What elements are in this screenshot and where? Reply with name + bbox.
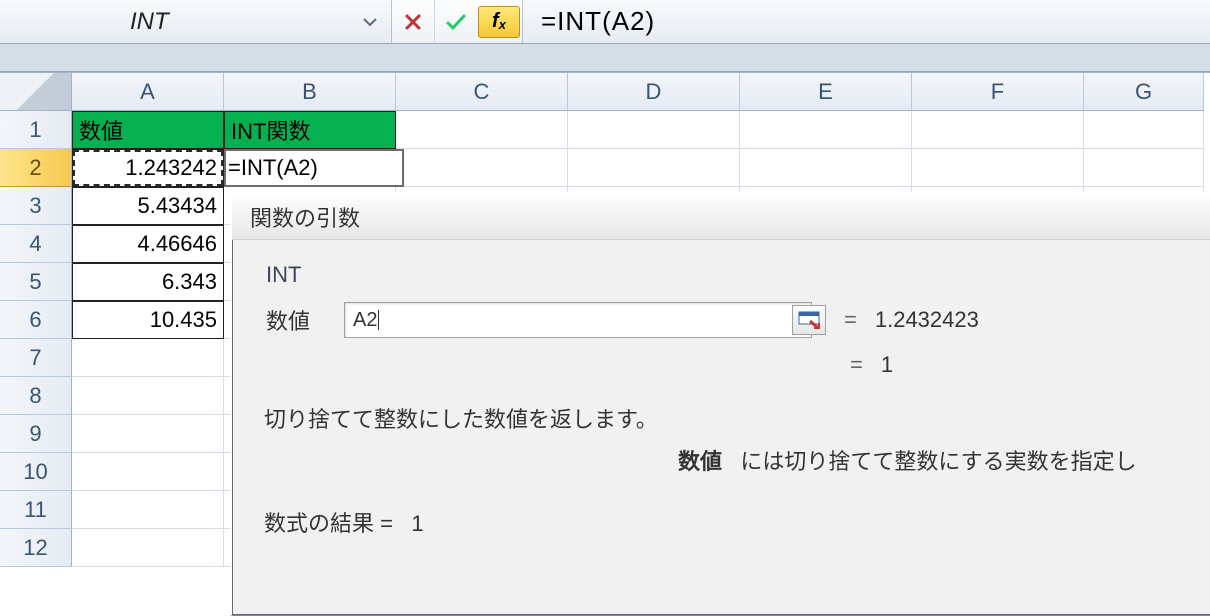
cell-A6[interactable]: 10.435	[72, 301, 224, 339]
cell-F2[interactable]	[912, 149, 1084, 187]
argument-description: 数値 には切り捨てて整数にする実数を指定し	[678, 444, 1185, 476]
result-label: 数式の結果 =	[264, 511, 393, 536]
row-header-5[interactable]: 5	[0, 263, 72, 301]
row-header-6[interactable]: 6	[0, 301, 72, 339]
name-box-dropdown-icon[interactable]	[359, 0, 381, 43]
caret-icon	[378, 310, 379, 330]
row-header-7[interactable]: 7	[0, 339, 72, 377]
equals-icon: =	[844, 307, 857, 333]
col-header-F[interactable]: F	[912, 73, 1084, 111]
row-header-4[interactable]: 4	[0, 225, 72, 263]
cell-F1[interactable]	[912, 111, 1084, 149]
formula-result: 数式の結果 = 1	[264, 506, 1185, 538]
formula-bar: INT fx =INT(A2)	[0, 0, 1210, 44]
argument-input[interactable]: A2	[344, 302, 812, 338]
cell-C1[interactable]	[396, 111, 568, 149]
row-header-3[interactable]: 3	[0, 187, 72, 225]
cell-A2[interactable]: 1.243242	[72, 149, 224, 187]
cell-A5[interactable]: 6.343	[72, 263, 224, 301]
cell-D2[interactable]	[568, 149, 740, 187]
row-header-9[interactable]: 9	[0, 415, 72, 453]
formula-input[interactable]: =INT(A2)	[523, 6, 655, 37]
cell-E1[interactable]	[740, 111, 912, 149]
row-header-10[interactable]: 10	[0, 453, 72, 491]
function-description: 切り捨てて整数にした数値を返します。	[264, 402, 1185, 434]
name-box-container: INT	[0, 0, 392, 43]
col-header-C[interactable]: C	[396, 73, 568, 111]
row-header-12[interactable]: 12	[0, 529, 72, 567]
row-header-11[interactable]: 11	[0, 491, 72, 529]
col-header-E[interactable]: E	[740, 73, 912, 111]
cell-A7[interactable]	[72, 339, 224, 377]
function-name: INT	[266, 262, 1185, 288]
cell-G1[interactable]	[1084, 111, 1204, 149]
cell-E2[interactable]	[740, 149, 912, 187]
row-header-2[interactable]: 2	[0, 149, 72, 187]
col-header-G[interactable]: G	[1084, 73, 1204, 111]
cell-A4[interactable]: 4.46646	[72, 225, 224, 263]
argument-desc-text: には切り捨てて整数にする実数を指定し	[740, 449, 1136, 474]
col-header-A[interactable]: A	[72, 73, 224, 111]
dialog-title: 関数の引数	[232, 194, 1210, 240]
function-eval-row: = 1	[850, 352, 1185, 378]
cell-C2[interactable]	[396, 149, 568, 187]
function-arguments-dialog: 関数の引数 INT 数値 A2 = 1.2432423 = 1	[230, 192, 1210, 616]
cancel-icon[interactable]	[392, 0, 434, 43]
name-box[interactable]: INT	[130, 8, 169, 36]
cell-G2[interactable]	[1084, 149, 1204, 187]
cell-A1[interactable]: 数値	[72, 111, 224, 149]
result-value: 1	[411, 511, 423, 536]
argument-eval: 1.2432423	[875, 307, 979, 333]
argument-value: A2	[353, 309, 377, 332]
dialog-body: INT 数値 A2 = 1.2432423 = 1 切り捨てて整数にした数値を	[232, 240, 1210, 552]
argument-row: 数値 A2 = 1.2432423	[266, 302, 1185, 338]
equals-icon: =	[850, 352, 863, 378]
range-select-button[interactable]	[792, 305, 826, 335]
enter-icon[interactable]	[434, 0, 476, 43]
fx-icon[interactable]: fx	[478, 6, 520, 38]
cell-A3[interactable]: 5.43434	[72, 187, 224, 225]
argument-desc-label: 数値	[678, 449, 722, 474]
select-all-corner[interactable]	[0, 73, 72, 111]
cell-D1[interactable]	[568, 111, 740, 149]
formula-controls: fx	[392, 0, 523, 43]
col-header-B[interactable]: B	[224, 73, 396, 111]
col-header-D[interactable]: D	[568, 73, 740, 111]
toolbar-strip	[0, 44, 1210, 72]
argument-label: 数値	[266, 304, 326, 336]
cell-B1[interactable]: INT関数	[224, 111, 396, 149]
row-header-1[interactable]: 1	[0, 111, 72, 149]
row-header-8[interactable]: 8	[0, 377, 72, 415]
function-eval: 1	[881, 352, 893, 378]
cell-B2[interactable]: =INT(A2)	[224, 149, 404, 187]
